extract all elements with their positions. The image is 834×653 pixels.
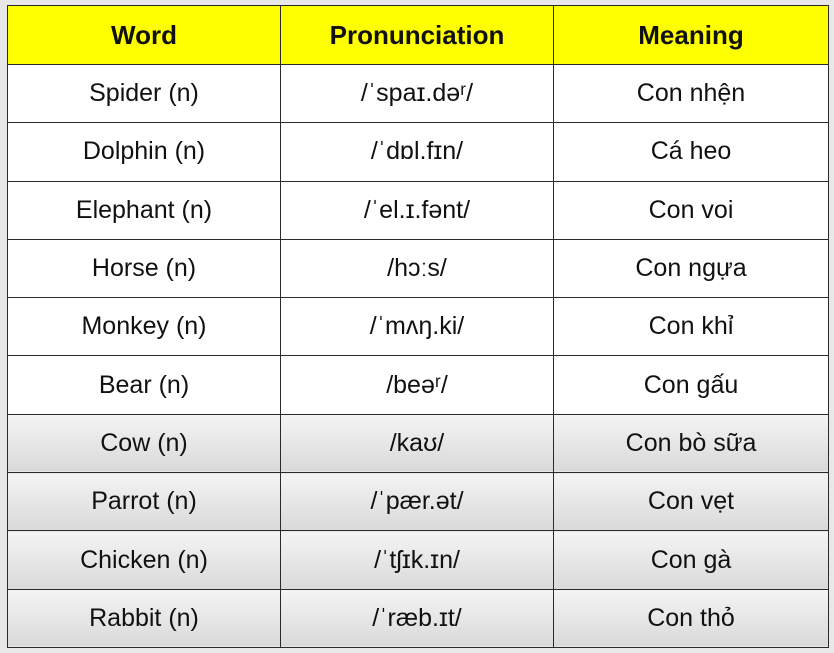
vocabulary-table: Word Pronunciation Meaning Spider (n) /ˈ… <box>7 5 829 649</box>
pronunciation-cell: /ˈdɒl.fɪn/ <box>280 122 554 182</box>
meaning-cell: Con bò sữa <box>553 413 829 474</box>
meaning-cell: Con voi <box>553 180 829 240</box>
table-row: Bear (n) /beəʳ/ Con gấu <box>7 355 829 415</box>
meaning-cell: Con khỉ <box>553 297 829 357</box>
table-row: Rabbit (n) /ˈræb.ɪt/ Con thỏ <box>7 588 829 649</box>
header-row: Word Pronunciation Meaning <box>7 5 829 65</box>
table-row: Spider (n) /ˈspaɪ.dəʳ/ Con nhện <box>7 63 829 124</box>
table-row: Monkey (n) /ˈmʌŋ.ki/ Con khỉ <box>7 297 829 357</box>
word-cell: Bear (n) <box>7 355 281 415</box>
word-cell: Monkey (n) <box>7 297 281 357</box>
header-meaning: Meaning <box>553 5 829 65</box>
word-cell: Parrot (n) <box>7 472 281 532</box>
table-row: Horse (n) /hɔːs/ Con ngựa <box>7 238 829 299</box>
table-row: Dolphin (n) /ˈdɒl.fɪn/ Cá heo <box>7 122 829 182</box>
pronunciation-cell: /ˈspaɪ.dəʳ/ <box>280 63 554 124</box>
pronunciation-cell: /ˈmʌŋ.ki/ <box>280 297 554 357</box>
word-cell: Dolphin (n) <box>7 122 281 182</box>
table-row: Cow (n) /kaʊ/ Con bò sữa <box>7 413 829 474</box>
word-cell: Spider (n) <box>7 63 281 124</box>
pronunciation-cell: /ˈræb.ɪt/ <box>280 588 554 649</box>
word-cell: Elephant (n) <box>7 180 281 240</box>
header-pronunciation: Pronunciation <box>280 5 554 65</box>
table-row: Chicken (n) /ˈtʃɪk.ɪn/ Con gà <box>7 530 829 590</box>
table-row: Parrot (n) /ˈpær.ət/ Con vẹt <box>7 472 829 532</box>
meaning-cell: Con nhện <box>553 63 829 124</box>
pronunciation-cell: /kaʊ/ <box>280 413 554 474</box>
meaning-cell: Con ngựa <box>553 238 829 299</box>
pronunciation-cell: /ˈel.ɪ.fənt/ <box>280 180 554 240</box>
meaning-cell: Con vẹt <box>553 472 829 532</box>
pronunciation-cell: /ˈtʃɪk.ɪn/ <box>280 530 554 590</box>
meaning-cell: Con gà <box>553 530 829 590</box>
pronunciation-cell: /beəʳ/ <box>280 355 554 415</box>
meaning-cell: Con gấu <box>553 355 829 415</box>
word-cell: Cow (n) <box>7 413 281 474</box>
meaning-cell: Con thỏ <box>553 588 829 649</box>
table-row: Elephant (n) /ˈel.ɪ.fənt/ Con voi <box>7 180 829 240</box>
word-cell: Horse (n) <box>7 238 281 299</box>
meaning-cell: Cá heo <box>553 122 829 182</box>
word-cell: Chicken (n) <box>7 530 281 590</box>
word-cell: Rabbit (n) <box>7 588 281 649</box>
pronunciation-cell: /ˈpær.ət/ <box>280 472 554 532</box>
header-word: Word <box>7 5 281 65</box>
pronunciation-cell: /hɔːs/ <box>280 238 554 299</box>
